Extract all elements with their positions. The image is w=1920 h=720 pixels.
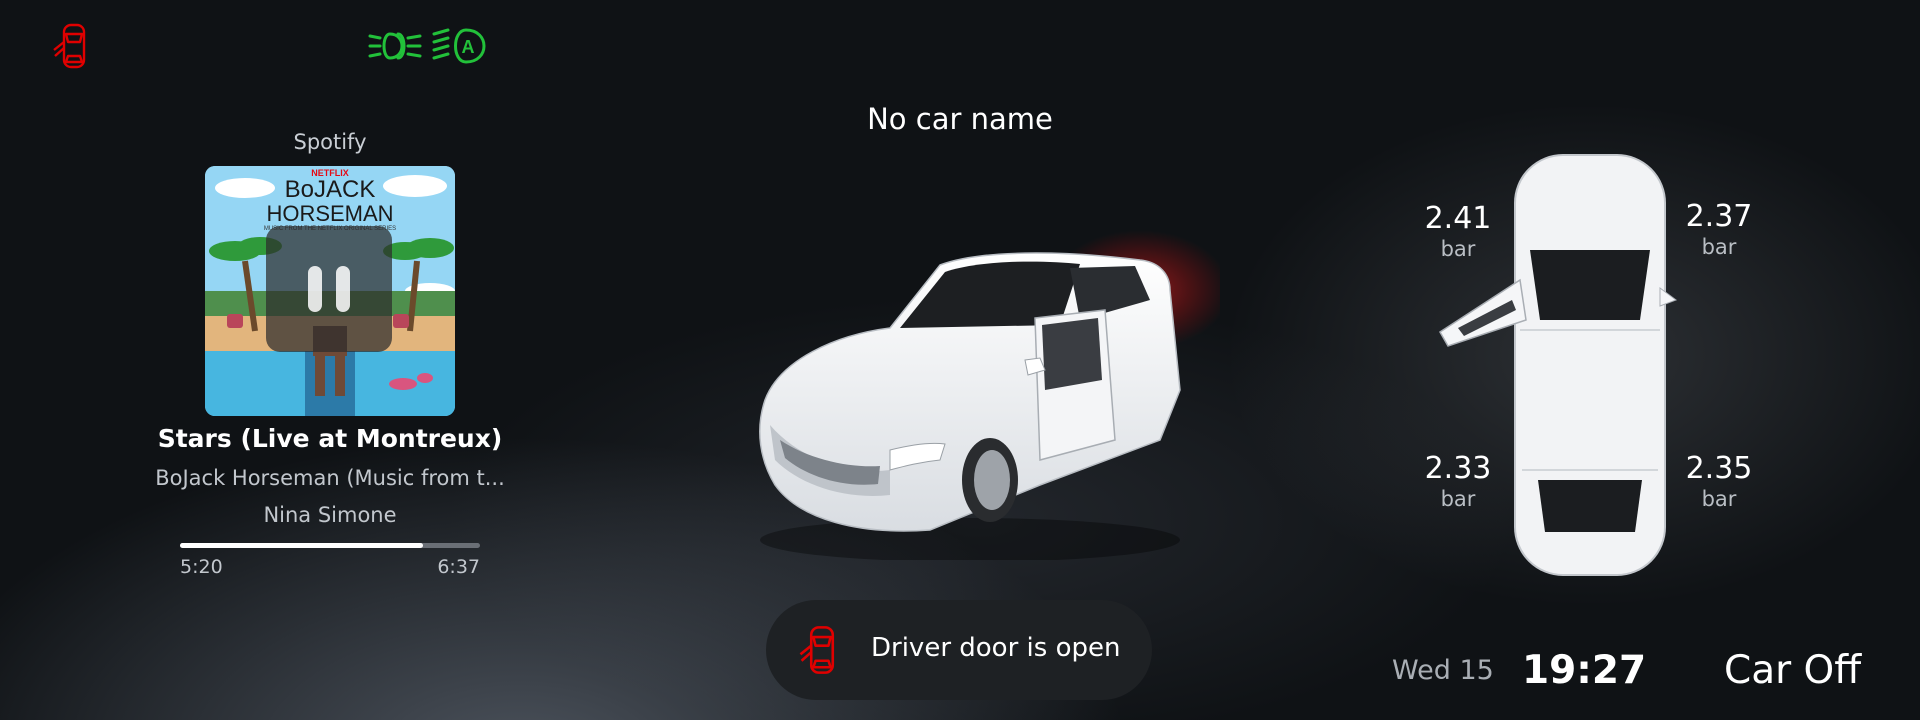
date-label: Wed 15 bbox=[1392, 655, 1494, 686]
car-power-state: Car Off bbox=[1724, 648, 1862, 693]
pause-icon bbox=[308, 266, 322, 312]
tire-rear-right-unit: bar bbox=[1701, 487, 1737, 511]
car-3d-view bbox=[759, 230, 1220, 560]
tire-front-left: 2.41 bar bbox=[1413, 202, 1503, 262]
low-beam-headlights-icon bbox=[368, 32, 422, 60]
pause-icon-bar bbox=[336, 266, 350, 312]
cover-title-line1: BoJACK bbox=[284, 176, 376, 203]
car-door-open-icon bbox=[53, 23, 86, 69]
time-elapsed: 5:20 bbox=[180, 556, 223, 578]
cover-title-line2: HORSEMAN bbox=[266, 201, 394, 226]
tire-front-left-value: 2.41 bbox=[1424, 201, 1492, 236]
clock-time: 19:27 bbox=[1522, 648, 1647, 693]
tire-front-left-unit: bar bbox=[1440, 237, 1476, 261]
tire-front-right-unit: bar bbox=[1701, 235, 1737, 259]
driver-door-alert-text: Driver door is open bbox=[871, 633, 1121, 663]
play-pause-button[interactable] bbox=[266, 226, 392, 352]
car-name: No car name bbox=[867, 102, 1053, 136]
track-title: Stars (Live at Montreux) bbox=[157, 424, 503, 453]
tire-rear-left-value: 2.33 bbox=[1424, 451, 1492, 486]
playback-progress-fill bbox=[180, 543, 423, 548]
tire-rear-right: 2.35 bar bbox=[1674, 452, 1764, 512]
media-source-label: Spotify bbox=[293, 130, 367, 154]
tire-rear-right-value: 2.35 bbox=[1685, 451, 1753, 486]
artist-name: Nina Simone bbox=[263, 503, 397, 527]
car-door-open-icon bbox=[799, 626, 835, 674]
tire-rear-left: 2.33 bar bbox=[1413, 452, 1503, 512]
auto-headlights-icon: A bbox=[432, 28, 486, 64]
driver-door-alert: Driver door is open bbox=[766, 600, 1152, 700]
tire-front-right: 2.37 bar bbox=[1674, 200, 1764, 260]
playback-progress-bar[interactable] bbox=[180, 543, 480, 548]
album-name: BoJack Horseman (Music from t... bbox=[155, 466, 505, 490]
tire-rear-left-unit: bar bbox=[1440, 487, 1476, 511]
time-total: 6:37 bbox=[437, 556, 480, 578]
tire-front-right-value: 2.37 bbox=[1685, 199, 1753, 234]
svg-text:A: A bbox=[462, 37, 475, 57]
